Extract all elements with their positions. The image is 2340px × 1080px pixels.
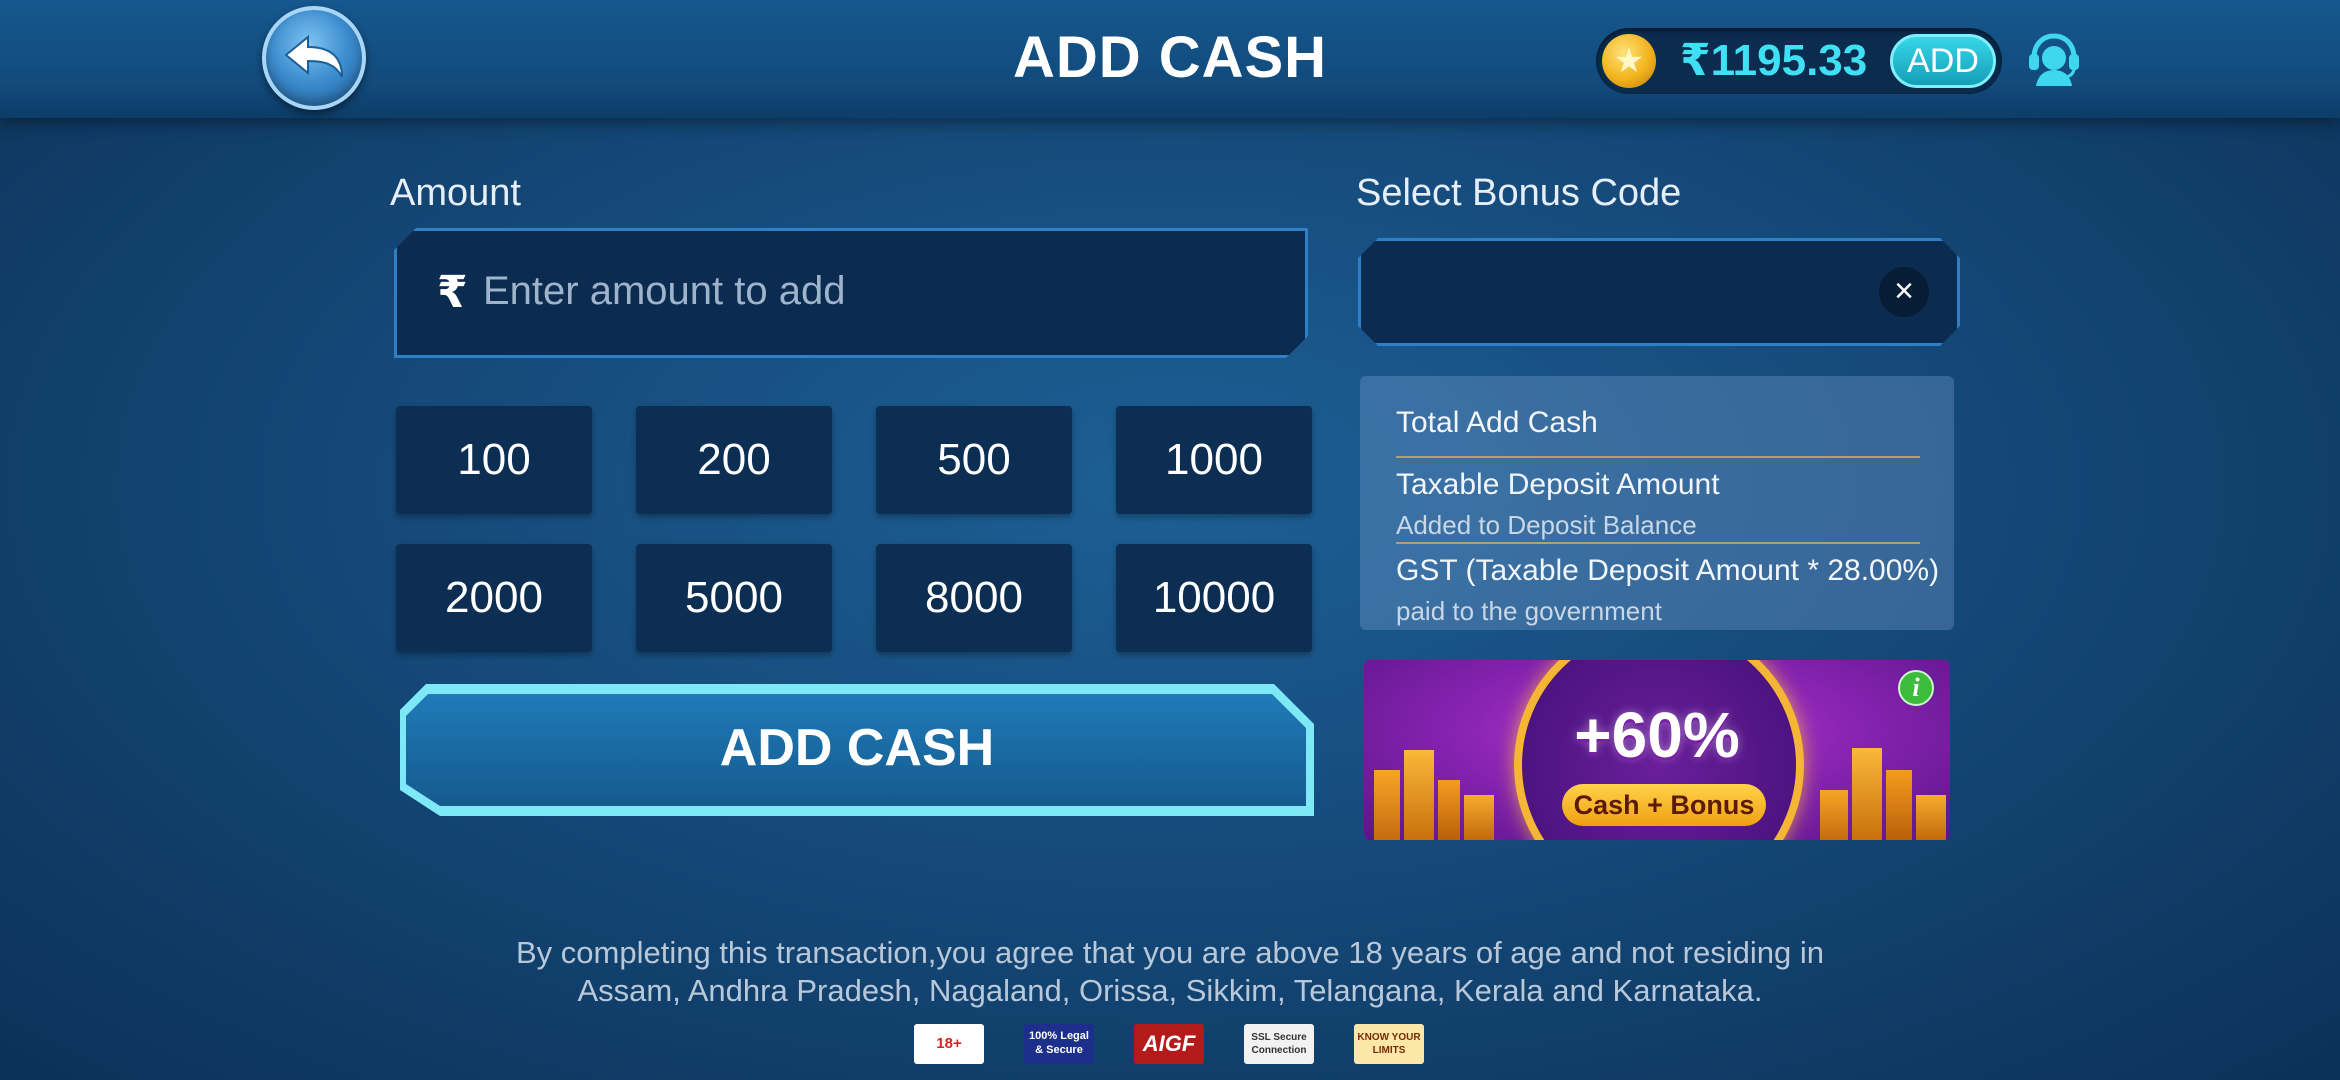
preset-amount-500[interactable]: 500 <box>876 406 1072 514</box>
amount-input[interactable]: ₹ Enter amount to add <box>394 228 1308 358</box>
taxable-deposit-label: Taxable Deposit Amount <box>1396 468 1720 501</box>
ssl-secure-badge: SSL Secure Connection <box>1244 1024 1314 1064</box>
bonus-code-select[interactable]: × <box>1358 238 1960 346</box>
add-cash-button[interactable]: ADD CASH <box>400 684 1314 816</box>
aigf-badge: AIGF <box>1134 1024 1204 1064</box>
taxable-deposit-sub: Added to Deposit Balance <box>1396 510 1697 540</box>
age-18-plus-badge: 18+ <box>914 1024 984 1064</box>
rupee-symbol: ₹ <box>437 268 468 317</box>
preset-amount-8000[interactable]: 8000 <box>876 544 1072 652</box>
know-your-limits-badge: KNOW YOUR LIMITS <box>1354 1024 1424 1064</box>
amount-label: Amount <box>390 172 521 214</box>
gst-sub: paid to the government <box>1396 596 1662 626</box>
add-cash-button-label: ADD CASH <box>719 719 995 777</box>
bonus-promo-banner[interactable]: +60% Cash + Bonus i <box>1364 660 1950 840</box>
legal-disclaimer: By completing this transaction,you agree… <box>0 934 2340 1010</box>
preset-amount-5000[interactable]: 5000 <box>636 544 832 652</box>
preset-amount-10000[interactable]: 10000 <box>1116 544 1312 652</box>
coin-icon: ★ <box>1602 34 1656 88</box>
deposit-summary: Total Add Cash Taxable Deposit Amount Ad… <box>1360 376 1954 630</box>
bonus-code-label: Select Bonus Code <box>1356 172 1682 214</box>
balance-amount: ₹1195.33 <box>1680 36 1868 85</box>
preset-amount-1000[interactable]: 1000 <box>1116 406 1312 514</box>
promo-tag: Cash + Bonus <box>1562 784 1766 826</box>
gst-label: GST (Taxable Deposit Amount * 28.00%) <box>1396 554 1940 587</box>
disclaimer-line-2: Assam, Andhra Pradesh, Nagaland, Orissa,… <box>577 973 1763 1008</box>
preset-amount-100[interactable]: 100 <box>396 406 592 514</box>
preset-amount-2000[interactable]: 2000 <box>396 544 592 652</box>
wallet-balance: ★ ₹1195.33 ADD <box>1596 28 2002 94</box>
compliance-badges: 18+ 100% Legal & Secure AIGF SSL Secure … <box>912 1024 1432 1064</box>
info-icon[interactable]: i <box>1898 670 1934 706</box>
headset-support-icon[interactable] <box>2024 28 2084 88</box>
legal-secure-badge: 100% Legal & Secure <box>1024 1024 1094 1064</box>
top-bar: ADD CASH ★ ₹1195.33 ADD <box>0 0 2340 118</box>
add-balance-button[interactable]: ADD <box>1890 34 1996 88</box>
divider <box>1396 456 1920 458</box>
close-icon[interactable]: × <box>1879 267 1929 317</box>
total-add-cash-label: Total Add Cash <box>1396 406 1598 439</box>
disclaimer-line-1: By completing this transaction,you agree… <box>516 935 1824 970</box>
preset-amount-200[interactable]: 200 <box>636 406 832 514</box>
promo-headline: +60% <box>1574 699 1740 771</box>
amount-placeholder: Enter amount to add <box>483 269 846 313</box>
divider <box>1396 542 1920 544</box>
